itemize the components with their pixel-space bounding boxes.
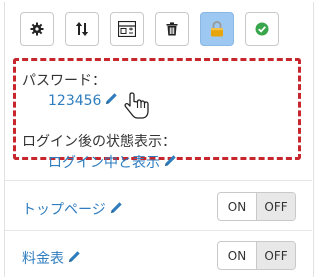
delete-button[interactable] [155,12,189,46]
top-page-label: トップページ [22,202,106,218]
sort-arrows-icon [75,22,89,36]
password-value: 123456 [48,92,102,109]
hand-cursor-icon [122,91,152,125]
gear-icon [30,22,44,36]
trash-icon [166,22,178,36]
login-state-label: ログイン後の状態表示： [22,134,176,150]
pencil-icon [164,154,177,171]
top-page-on-button[interactable]: ON [218,193,256,220]
check-circle-icon [255,22,269,36]
price-list-row-label[interactable]: 料金表 [22,248,81,268]
password-label: パスワード： [22,73,106,89]
confirm-button[interactable] [245,12,279,46]
top-page-off-button[interactable]: OFF [256,193,295,220]
divider [5,180,312,181]
top-page-row-label[interactable]: トップページ [22,199,123,219]
price-list-on-button[interactable]: ON [218,242,256,269]
layout-button[interactable] [110,12,144,46]
lock-icon [210,21,224,37]
settings-button[interactable] [20,12,54,46]
pencil-icon [105,92,118,109]
top-page-toggle: ON OFF [217,192,296,221]
lock-button[interactable] [200,12,234,46]
pencil-icon [68,250,81,267]
password-value-link[interactable]: 123456 [48,92,118,109]
price-list-off-button[interactable]: OFF [256,242,295,269]
layout-add-icon [118,21,136,37]
divider [5,230,312,231]
pencil-icon [110,201,123,218]
price-list-toggle: ON OFF [217,241,296,270]
login-state-value-link[interactable]: ログイン中と表示 [48,152,177,172]
price-list-label: 料金表 [22,251,64,267]
sort-button[interactable] [65,12,99,46]
login-state-value: ログイン中と表示 [48,155,160,171]
